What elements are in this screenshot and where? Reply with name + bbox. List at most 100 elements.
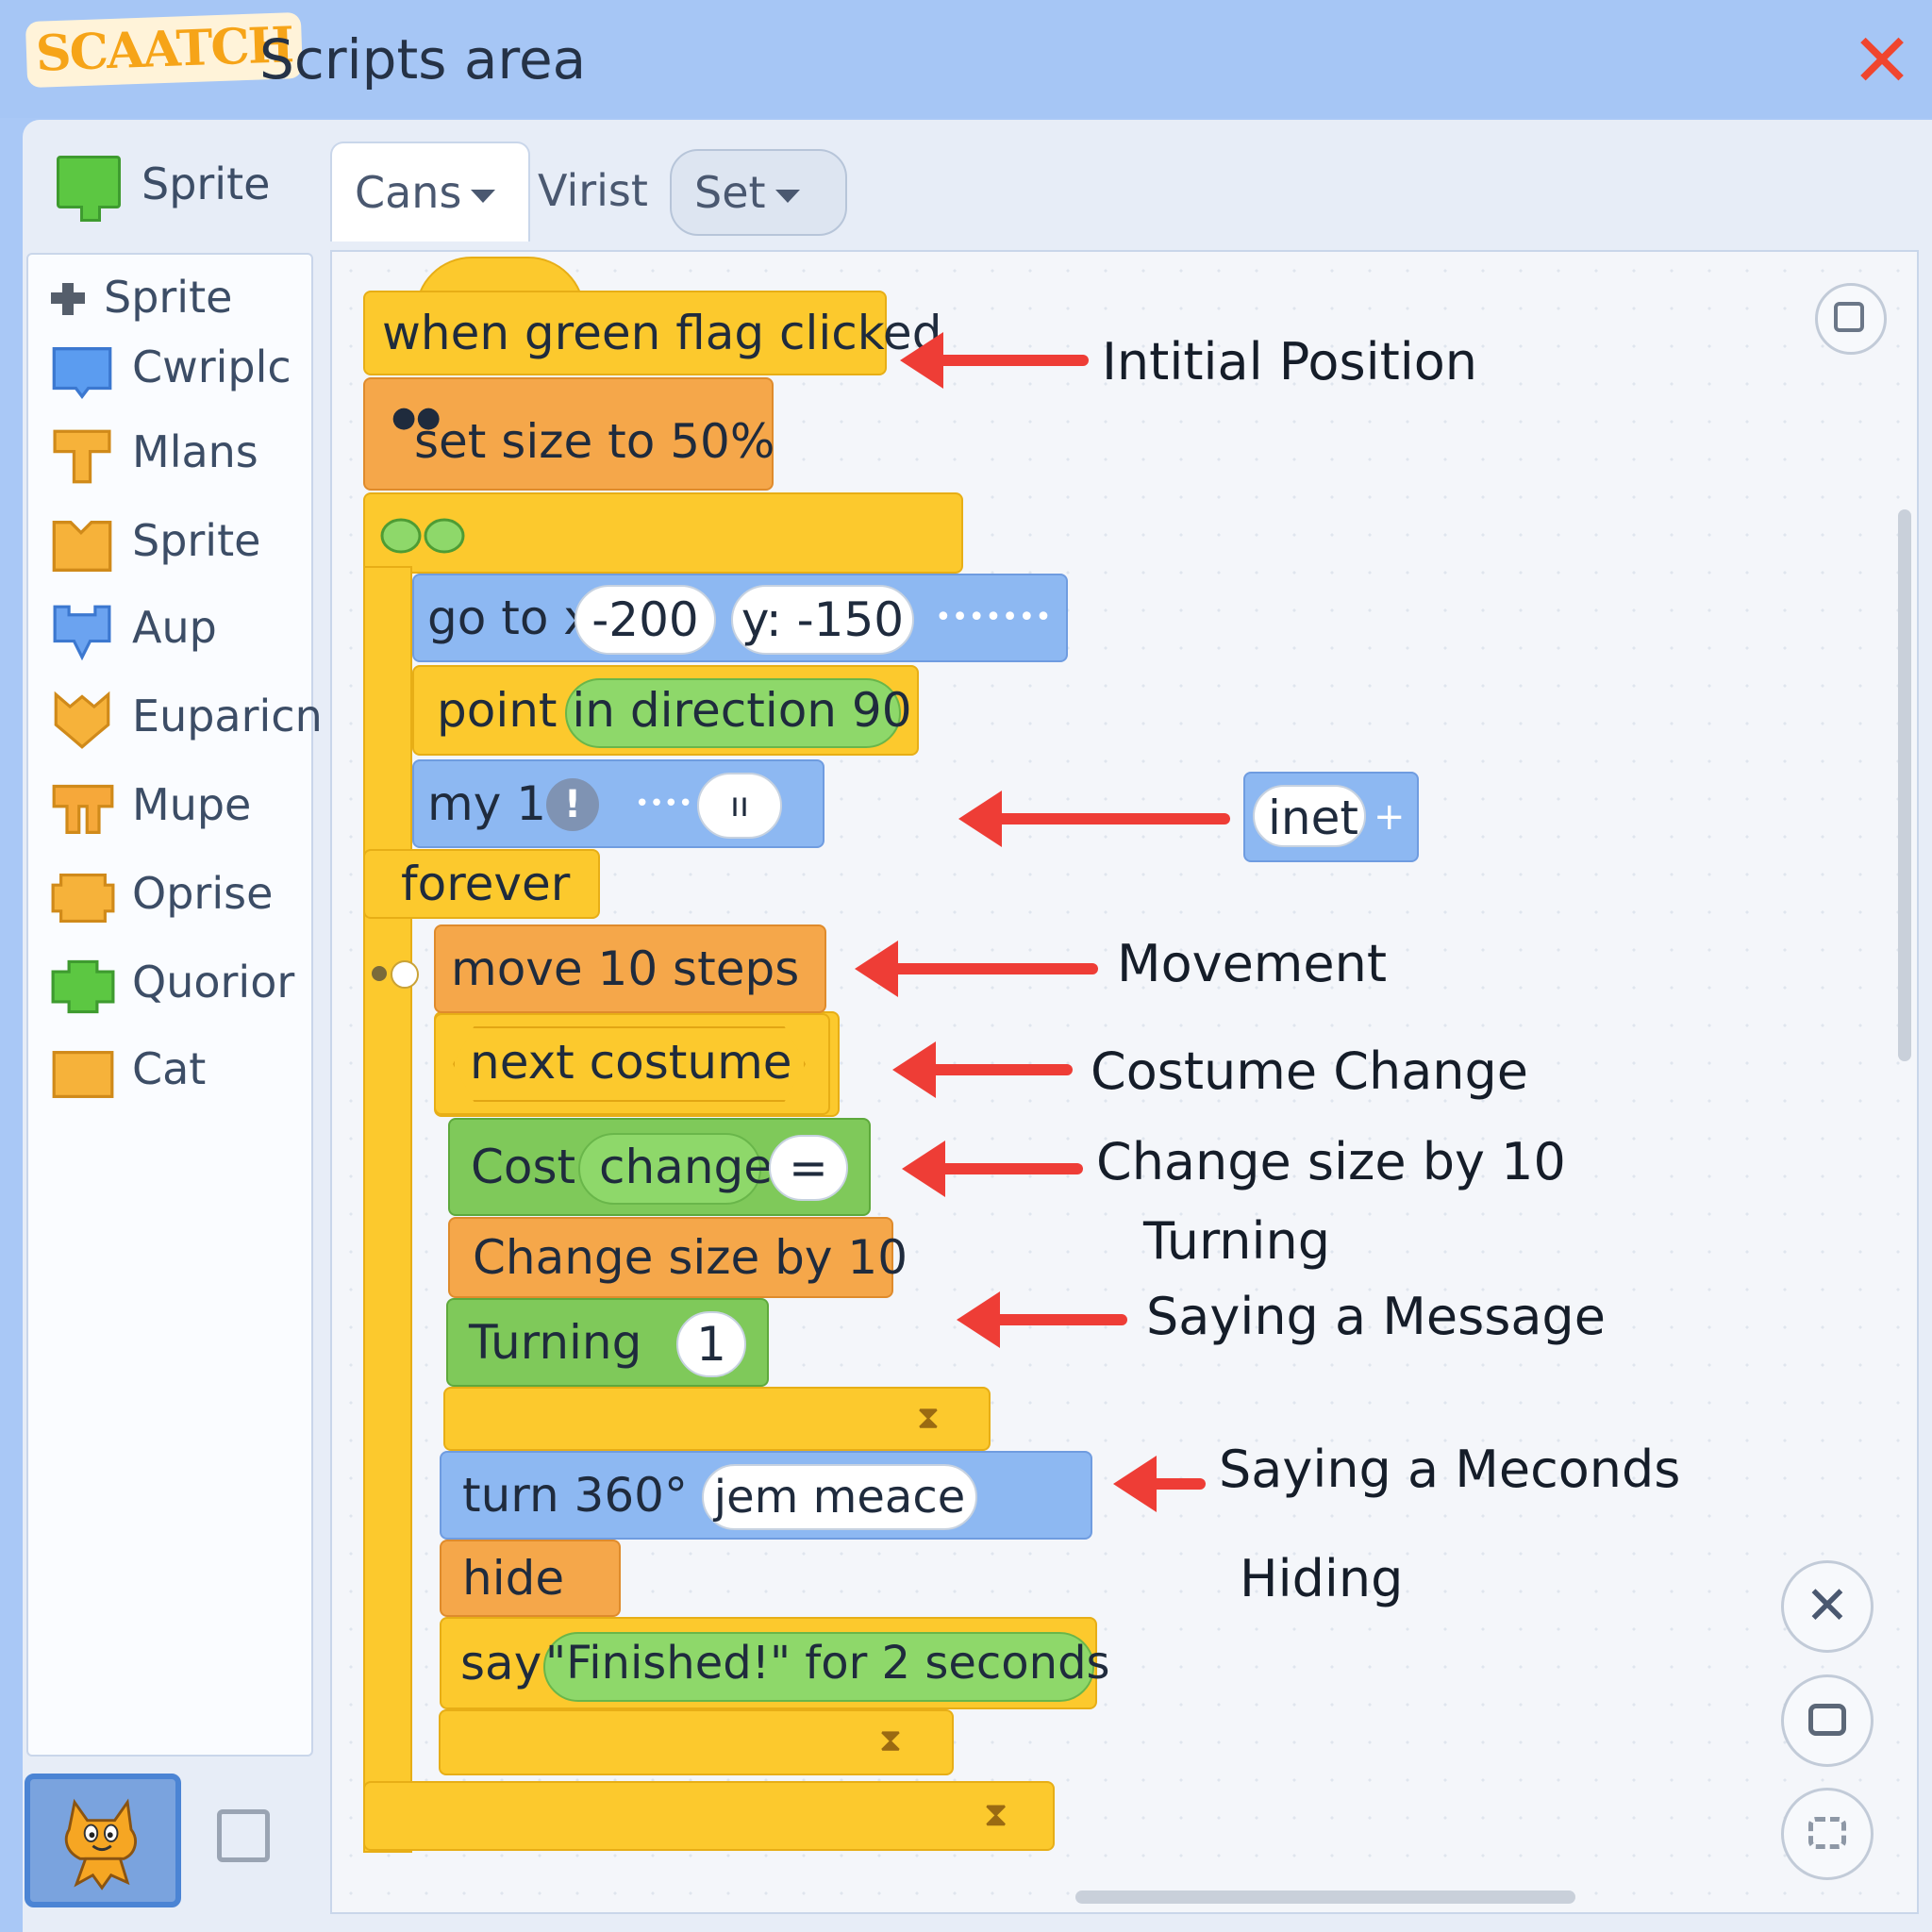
category-item-quorior[interactable]: Quorior (28, 947, 311, 1023)
category-item-mlans[interactable]: Mlans (28, 417, 311, 492)
scratch-cat-icon (64, 1798, 137, 1890)
category-label: Mupe (132, 779, 252, 830)
annotation-initial-position: Intitial Position (1102, 332, 1478, 391)
green-flag-icon (380, 518, 465, 554)
category-label: Euparicn (132, 691, 323, 741)
annotation-change-size: Change size by 10 (1096, 1132, 1566, 1191)
y-input[interactable]: y: -150 (731, 585, 914, 655)
hide-block[interactable]: hide (440, 1540, 621, 1617)
vertical-scrollbar[interactable] (1898, 509, 1911, 1061)
cat-head-icon (54, 691, 110, 749)
inet-pill[interactable]: inet (1253, 785, 1366, 847)
next-costume-label: next costume (470, 1035, 792, 1090)
category-item-sprite-1[interactable]: Sprite (28, 262, 311, 338)
turn360-pill[interactable]: jem meace (702, 1464, 977, 1530)
point-direction-label: point in direction 90 (437, 683, 912, 738)
category-item-euparicn[interactable]: Euparicn (28, 681, 323, 757)
window-title: Scripts area (259, 27, 587, 92)
sprite-thumbnail-cat[interactable] (25, 1774, 181, 1907)
set-size-block[interactable]: ●● set size to 50% (363, 377, 774, 491)
arrow-saying-meconds (1113, 1456, 1206, 1512)
zoom-reset-close-icon[interactable]: ✕ (1781, 1560, 1874, 1653)
forever-label-block[interactable]: forever (363, 849, 600, 919)
chevron-down-icon (471, 189, 496, 203)
inner-c-bottom[interactable]: ⧗ (443, 1387, 991, 1451)
when-flag-clicked-block[interactable]: when green flag clicked (363, 291, 941, 375)
puzzle-icon (51, 283, 85, 315)
category-item-sprite-2[interactable]: Sprite (28, 506, 311, 581)
motion-block-icon (52, 347, 112, 400)
category-label: Cat (132, 1043, 207, 1094)
cost-change-label: change (599, 1140, 774, 1194)
hourglass-icon: ⧗ (984, 1795, 1008, 1834)
c-block-end[interactable]: ⧗ (439, 1709, 954, 1775)
fullscreen-icon[interactable] (1815, 283, 1887, 355)
category-label: Mlans (132, 426, 258, 477)
turn-360-block[interactable]: turn 360° jem meace (440, 1451, 1092, 1540)
cost-label: Cost (471, 1140, 576, 1194)
tab-virist[interactable]: Virist (515, 142, 671, 240)
tab-label: Cans (355, 167, 462, 218)
plus-icon[interactable]: + (1374, 798, 1406, 836)
set-size-label: set size to 50% (414, 414, 775, 469)
change-size-label: Change size by 10 (473, 1230, 908, 1285)
annotation-saying-meconds: Saying a Meconds (1219, 1440, 1681, 1499)
cost-change-block[interactable]: Cost change = (448, 1118, 871, 1216)
goto-dots: ••••••• (935, 601, 1052, 634)
turn360-label: turn 360° (462, 1468, 688, 1523)
category-item-cwriplc[interactable]: Cwriplc (28, 332, 311, 408)
hide-label: hide (462, 1551, 565, 1606)
forever-label: forever (401, 857, 571, 911)
tab-set[interactable]: Set (670, 149, 847, 236)
x-input[interactable]: -200 (575, 585, 716, 655)
category-item-mupe[interactable]: Mupe (28, 770, 311, 845)
category-label: Sprite (132, 515, 261, 566)
say-block[interactable]: say "Finished!" for 2 seconds (440, 1617, 1110, 1709)
next-costume-block[interactable]: next costume (434, 1013, 830, 1115)
floating-inet-block[interactable]: inet + (1243, 772, 1419, 862)
c-block-icon (52, 784, 114, 834)
tab-label: Set (694, 167, 766, 218)
sensing-block-icon (53, 605, 111, 661)
equals-pill[interactable]: = (769, 1135, 848, 1201)
annotation-turning: Turning (1143, 1211, 1330, 1271)
annotation-movement: Movement (1117, 934, 1388, 993)
category-item-aup[interactable]: Aup (28, 592, 311, 668)
block-palette: Sprite Cwriplc Mlans Sprite Aup Euparicn… (26, 253, 323, 1757)
zoom-in-icon[interactable] (1781, 1674, 1874, 1767)
say-label: say (460, 1636, 542, 1690)
category-item-oprise[interactable]: Oprise (28, 858, 311, 934)
connector-dots-icon (372, 958, 421, 989)
chevron-down-icon (774, 189, 800, 203)
say-message-text: "Finished!" for 2 seconds (545, 1637, 1110, 1690)
turning-label: Turning (469, 1315, 642, 1370)
c-block-top[interactable] (363, 492, 963, 574)
arrow-change-size (902, 1141, 1083, 1197)
my-value-pill[interactable]: ıı (697, 773, 782, 839)
go-to-xy-block[interactable]: go to x: -200 y: -150 ••••••• (412, 574, 1068, 662)
category-label: Quorior (132, 957, 295, 1008)
square-block-icon (52, 1051, 114, 1098)
zoom-out-icon[interactable] (1781, 1788, 1874, 1880)
move-label: move 10 steps (451, 941, 800, 996)
horizontal-scrollbar[interactable] (1075, 1890, 1575, 1904)
annotation-hiding: Hiding (1240, 1549, 1404, 1608)
tab-cans[interactable]: Cans (330, 142, 530, 242)
point-direction-block[interactable]: point in direction 90 (412, 665, 919, 756)
folder-block-icon (52, 521, 112, 572)
sprite-icon (57, 156, 121, 222)
turning-value-pill[interactable]: 1 (676, 1311, 746, 1377)
my-variable-block[interactable]: my 1 ! •••• ıı (412, 759, 824, 848)
arrow-inet (958, 791, 1230, 847)
arrow-movement (855, 941, 1098, 997)
stage-icon[interactable] (217, 1809, 270, 1862)
c-block-bottom[interactable]: ⧗ (363, 1781, 1055, 1851)
close-icon[interactable]: ✕ (1844, 24, 1920, 99)
category-label: Oprise (132, 868, 274, 919)
sprite-header[interactable]: Sprite (23, 132, 310, 245)
my-label: my 1 (427, 776, 547, 831)
turning-block[interactable]: Turning 1 (446, 1298, 769, 1387)
change-size-block[interactable]: Change size by 10 (448, 1217, 908, 1298)
category-item-cat[interactable]: Cat (28, 1034, 311, 1109)
move-steps-block[interactable]: move 10 steps (434, 924, 826, 1013)
